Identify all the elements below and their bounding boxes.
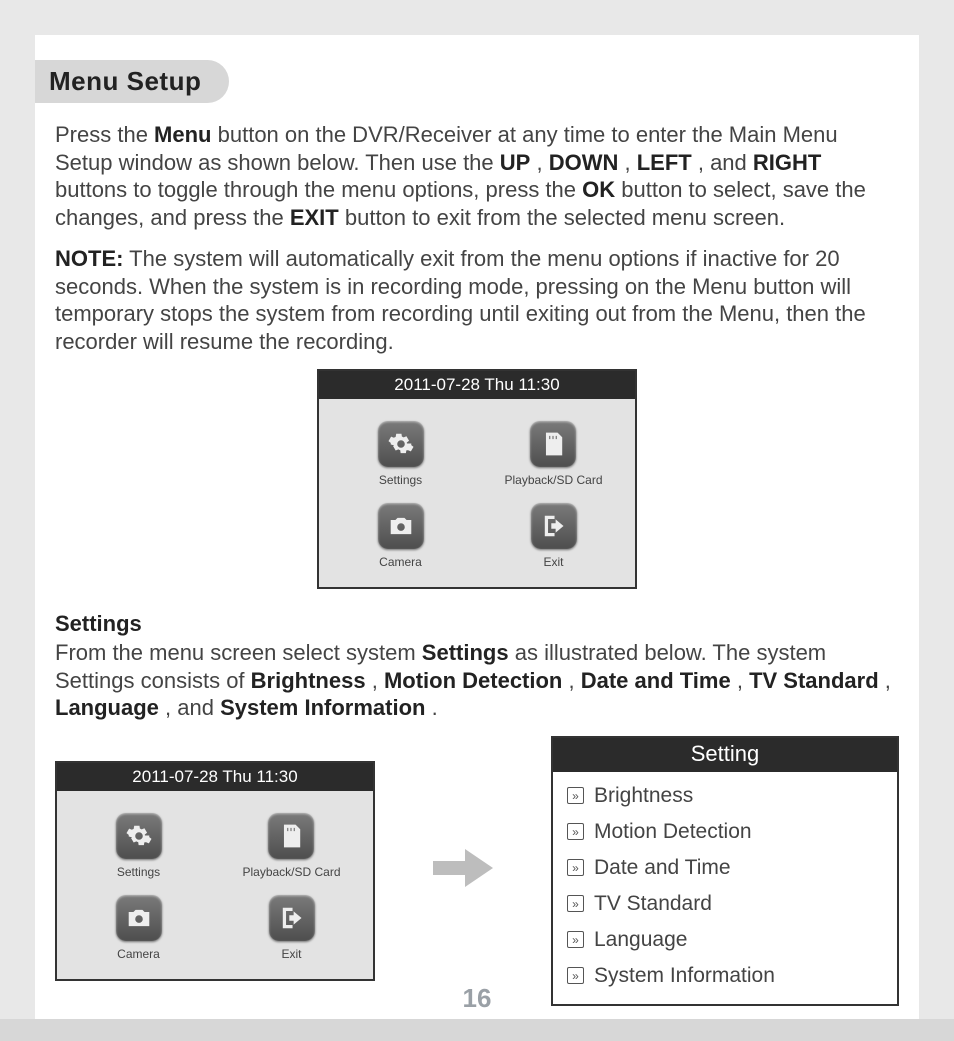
dvr-screenshot: 2011-07-28 Thu 11:30 Settings Playback/S…: [55, 761, 375, 981]
menu-item-label: Playback/SD Card: [504, 473, 602, 487]
menu-item-label: Playback/SD Card: [242, 865, 340, 879]
bold-motion: Motion Detection: [384, 668, 562, 693]
text-run: buttons to toggle through the menu optio…: [55, 177, 582, 202]
footer-strip: [0, 1019, 954, 1041]
menu-item-exit[interactable]: Exit: [531, 503, 577, 569]
settings-item-label: Language: [594, 928, 687, 952]
bold-exit: EXIT: [290, 205, 339, 230]
paragraph-settings: From the menu screen select system Setti…: [55, 639, 899, 722]
menu-item-settings[interactable]: Settings: [378, 421, 424, 487]
settings-item-datetime[interactable]: » Date and Time: [563, 850, 887, 886]
bullet-icon: »: [567, 967, 584, 984]
bold-lang: Language: [55, 695, 159, 720]
menu-item-playback[interactable]: Playback/SD Card: [504, 421, 602, 487]
bold-sysinfo: System Information: [220, 695, 425, 720]
settings-item-label: Motion Detection: [594, 820, 752, 844]
text-run: ,: [569, 668, 581, 693]
text-run: ,: [536, 150, 548, 175]
exit-icon: [269, 895, 315, 941]
menu-item-label: Exit: [269, 947, 315, 961]
figure-settings-flow: 2011-07-28 Thu 11:30 Settings Playback/S…: [55, 736, 899, 1006]
dvr-menu-grid: Settings Playback/SD Card Camera: [319, 399, 635, 587]
menu-item-camera[interactable]: Camera: [378, 503, 424, 569]
page-number: 16: [35, 983, 919, 1014]
menu-item-label: Settings: [378, 473, 424, 487]
figure-main-menu-2: 2011-07-28 Thu 11:30 Settings Playback/S…: [55, 761, 375, 981]
menu-item-label: Exit: [531, 555, 577, 569]
text-run: , and: [165, 695, 220, 720]
settings-item-tvstandard[interactable]: » TV Standard: [563, 886, 887, 922]
menu-item-label: Settings: [116, 865, 162, 879]
bold-brightness: Brightness: [251, 668, 366, 693]
settings-item-motion[interactable]: » Motion Detection: [563, 814, 887, 850]
bold-ok: OK: [582, 177, 615, 202]
sd-card-icon: [268, 813, 314, 859]
gear-icon: [116, 813, 162, 859]
paragraph-intro: Press the Menu button on the DVR/Receive…: [55, 121, 899, 231]
gear-icon: [378, 421, 424, 467]
exit-icon: [531, 503, 577, 549]
settings-panel: Setting » Brightness » Motion Detection » D…: [551, 736, 899, 1006]
settings-item-brightness[interactable]: » Brightness: [563, 778, 887, 814]
text-run: button to exit from the selected menu sc…: [345, 205, 785, 230]
arrow-right-icon: [433, 845, 493, 896]
settings-item-label: Brightness: [594, 784, 693, 808]
text-run: From the menu screen select system: [55, 640, 422, 665]
bullet-icon: »: [567, 859, 584, 876]
bullet-icon: »: [567, 823, 584, 840]
settings-panel-header: Setting: [553, 738, 897, 772]
bold-left: LEFT: [637, 150, 692, 175]
camera-icon: [378, 503, 424, 549]
settings-list: » Brightness » Motion Detection » Date and …: [553, 772, 897, 1004]
menu-item-label: Camera: [116, 947, 162, 961]
sd-card-icon: [530, 421, 576, 467]
text-run: , and: [698, 150, 753, 175]
menu-item-label: Camera: [378, 555, 424, 569]
menu-item-exit[interactable]: Exit: [269, 895, 315, 961]
bold-date: Date and Time: [581, 668, 731, 693]
bold-settings: Settings: [422, 640, 509, 665]
camera-icon: [116, 895, 162, 941]
bold-note: NOTE:: [55, 246, 123, 271]
text-run: ,: [372, 668, 384, 693]
text-run: The system will automatically exit from …: [55, 246, 866, 354]
dvr-datetime: 2011-07-28 Thu 11:30: [57, 763, 373, 791]
text-run: .: [432, 695, 438, 720]
text-run: ,: [737, 668, 749, 693]
text-run: ,: [624, 150, 636, 175]
bold-right: RIGHT: [753, 150, 821, 175]
menu-item-camera[interactable]: Camera: [116, 895, 162, 961]
menu-item-settings[interactable]: Settings: [116, 813, 162, 879]
bold-tv: TV Standard: [749, 668, 879, 693]
paragraph-note: NOTE: The system will automatically exit…: [55, 245, 899, 355]
dvr-screenshot: 2011-07-28 Thu 11:30 Settings Playback/S…: [317, 369, 637, 589]
figure-main-menu: 2011-07-28 Thu 11:30 Settings Playback/S…: [55, 369, 899, 589]
bold-up: UP: [500, 150, 531, 175]
settings-item-language[interactable]: » Language: [563, 922, 887, 958]
bullet-icon: »: [567, 895, 584, 912]
text-run: Press the: [55, 122, 154, 147]
bullet-icon: »: [567, 787, 584, 804]
dvr-menu-grid: Settings Playback/SD Card Camera: [57, 791, 373, 979]
bold-down: DOWN: [549, 150, 619, 175]
settings-item-label: TV Standard: [594, 892, 712, 916]
text-run: ,: [885, 668, 891, 693]
bold-menu: Menu: [154, 122, 211, 147]
settings-item-label: Date and Time: [594, 856, 731, 880]
manual-page: Menu Setup Press the Menu button on the …: [35, 35, 919, 1020]
section-title-wrap: Menu Setup: [55, 60, 899, 103]
menu-item-playback[interactable]: Playback/SD Card: [242, 813, 340, 879]
subheading-settings: Settings: [55, 611, 899, 637]
dvr-datetime: 2011-07-28 Thu 11:30: [319, 371, 635, 399]
section-title: Menu Setup: [35, 60, 229, 103]
bullet-icon: »: [567, 931, 584, 948]
